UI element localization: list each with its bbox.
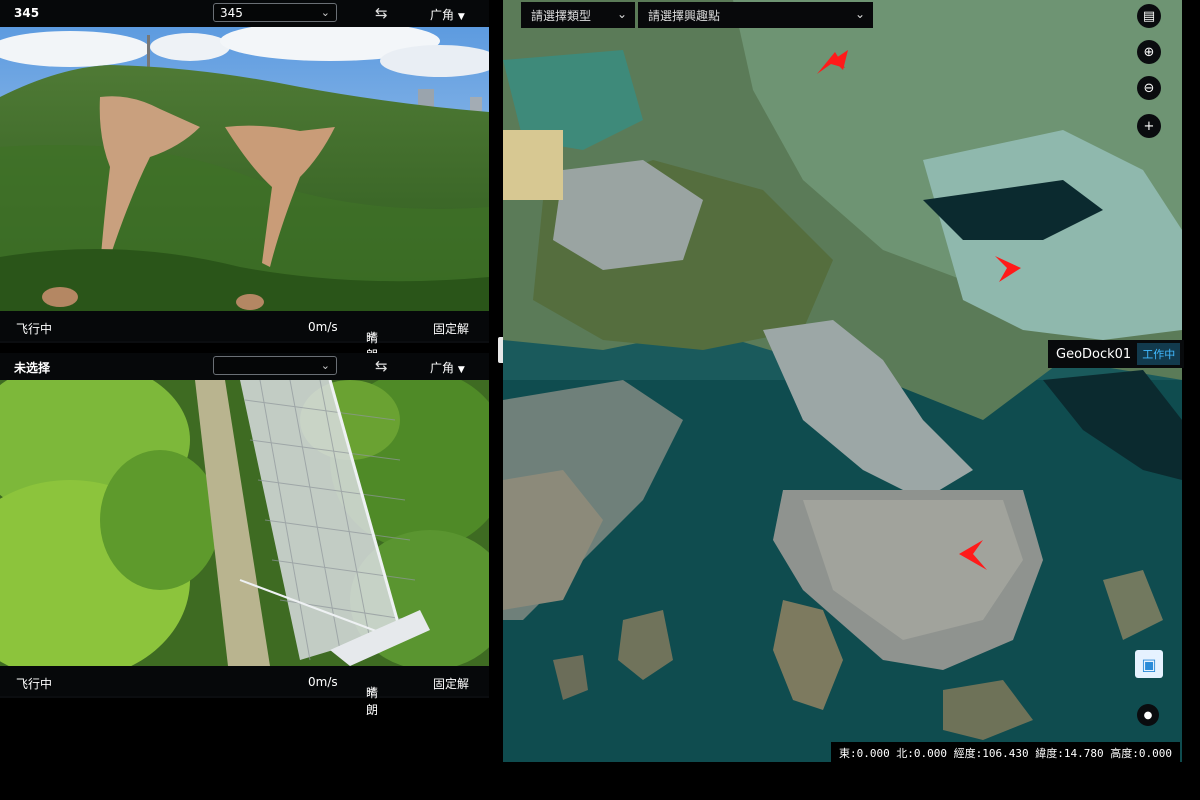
poi-select-placeholder: 請選擇興趣點 — [648, 8, 721, 23]
speed-readout: 0m/s — [308, 320, 338, 334]
speed-readout: 0m/s — [308, 675, 338, 689]
dock-status-badge: 工作中 — [1137, 343, 1181, 365]
dock-label[interactable]: GeoDock01 工作中 — [1048, 340, 1185, 368]
zoom-in-button[interactable]: ⊕ — [1137, 40, 1161, 64]
dock-name: GeoDock01 — [1056, 346, 1132, 362]
vehicle-button[interactable]: ▣ — [1135, 650, 1163, 678]
camera-2-status-bar: 飞行中 0m/s ☼ 晴朗 固定解 — [0, 666, 489, 717]
camera-1-video-feed — [0, 27, 489, 311]
flight-status: 飞行中 — [16, 322, 53, 336]
camera-1-lens-select[interactable]: 广角 ▼ — [430, 6, 465, 23]
car-icon: ▣ — [1141, 654, 1157, 674]
camera-1-lens-label: 广角 — [430, 8, 455, 22]
plus-icon: + — [1143, 118, 1155, 134]
zoom-in-icon: ⊕ — [1143, 44, 1155, 60]
chevron-down-icon: ⌄ — [854, 7, 865, 21]
camera-2-lens-label: 广角 — [430, 361, 455, 375]
swap-icon[interactable]: ⇆ — [375, 4, 388, 22]
caret-down-icon: ▼ — [457, 12, 465, 22]
camera-2-select[interactable]: ⌄ — [213, 356, 337, 375]
camera-1-select-value: 345 — [220, 5, 243, 20]
camera-1-status-bar: 飞行中 0m/s ☼晴朗 固定解 — [0, 311, 489, 362]
type-select-placeholder: 請選擇類型 — [531, 8, 592, 23]
chevron-down-icon: ⌄ — [616, 7, 627, 21]
camera-panel-2: 未选择 ⌄ ⇆ 广角 ▼ 飞行中 0m/s ☼ 晴朗 固定解 — [0, 353, 489, 717]
positioning-status: 固定解 — [433, 677, 470, 691]
camera-2-title: 未选择 — [14, 361, 51, 375]
weather-label: 晴朗 — [366, 686, 379, 717]
camera-1-header: 345 345 ⌄ ⇆ 广角 ▼ — [0, 0, 489, 27]
positioning-status: 固定解 — [433, 322, 470, 336]
coordinate-readout: 東:0.000 北:0.000 經度:106.430 緯度:14.780 高度:… — [830, 742, 1180, 764]
clipboard-button[interactable]: ▤ — [1137, 4, 1161, 28]
zoom-out-icon: ⊖ — [1143, 80, 1155, 96]
satellite-map[interactable] — [503, 0, 1182, 762]
type-select[interactable]: 請選擇類型 ⌄ — [521, 2, 635, 28]
add-button[interactable]: + — [1137, 114, 1161, 138]
chevron-down-icon: ⌄ — [320, 359, 330, 372]
flight-status: 飞行中 — [16, 677, 53, 691]
clipboard-icon: ▤ — [1142, 8, 1156, 24]
slope-netting-aerial-image — [0, 380, 489, 666]
camera-2-video-feed — [0, 380, 489, 666]
swap-icon[interactable]: ⇆ — [375, 357, 388, 375]
info-icon: ● — [1143, 709, 1153, 721]
zoom-out-button[interactable]: ⊖ — [1137, 76, 1161, 100]
info-button[interactable]: ● — [1137, 704, 1159, 726]
camera-2-header: 未选择 ⌄ ⇆ 广角 ▼ — [0, 353, 489, 380]
poi-select[interactable]: 請選擇興趣點 ⌄ — [638, 2, 873, 28]
map-panel[interactable]: 請選擇類型 ⌄ 請選擇興趣點 ⌄ ▤ ⊕ ⊖ + ▣ ● — [503, 0, 1182, 762]
camera-2-lens-select[interactable]: 广角 ▼ — [430, 359, 465, 376]
camera-panel-1: 345 345 ⌄ ⇆ 广角 ▼ 飞行中 0m/s ☼ 晴 固定解 — [0, 0, 489, 362]
camera-1-title: 345 — [14, 6, 40, 20]
hillside-landslide-image — [0, 27, 489, 311]
camera-1-select[interactable]: 345 ⌄ — [213, 3, 337, 22]
chevron-down-icon: ⌄ — [320, 6, 330, 19]
caret-down-icon: ▼ — [457, 365, 465, 375]
